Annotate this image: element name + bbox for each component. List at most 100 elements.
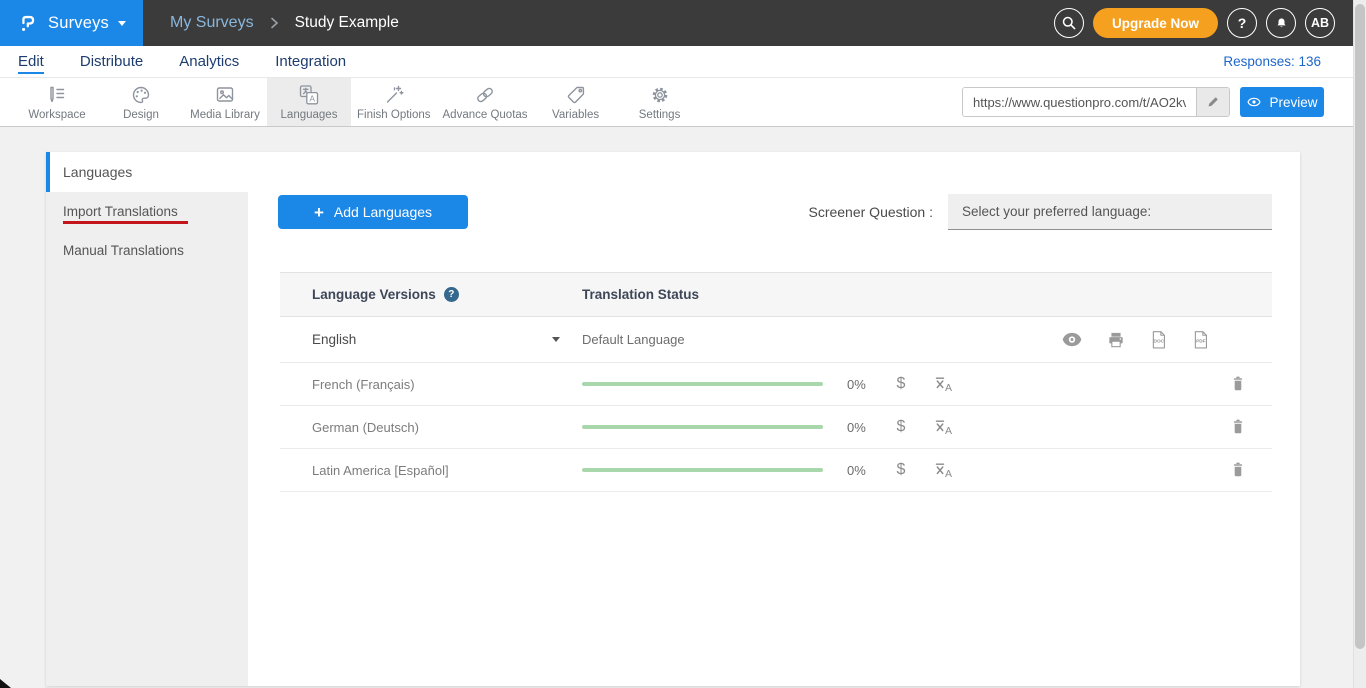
scrollbar-thumb[interactable] — [1355, 4, 1365, 649]
sidebar-item-languages[interactable]: Languages — [46, 152, 248, 192]
toolbar-item-languages[interactable]: A Languages — [267, 78, 351, 126]
question-mark-icon: ? — [1238, 15, 1247, 31]
language-versions-table: Language Versions ? Translation Status E… — [280, 272, 1272, 492]
export-pdf-button[interactable]: PDF — [1191, 329, 1210, 351]
column-language-versions: Language Versions ? — [280, 287, 582, 302]
help-button[interactable]: ? — [1227, 8, 1257, 38]
toolbar-item-workspace[interactable]: Workspace — [15, 78, 99, 126]
tab-distribute[interactable]: Distribute — [80, 47, 143, 77]
delete-language-button[interactable] — [1229, 417, 1272, 437]
export-doc-button[interactable]: DOC — [1149, 329, 1168, 351]
search-button[interactable] — [1054, 8, 1084, 38]
delete-language-button[interactable] — [1229, 460, 1272, 480]
product-name: Surveys — [48, 14, 109, 33]
progress-bar — [582, 425, 823, 429]
default-row-actions: DOC PDF — [1061, 329, 1272, 351]
user-avatar[interactable]: AB — [1305, 8, 1335, 38]
toolbar-item-finish-options[interactable]: Finish Options — [351, 78, 437, 126]
print-button[interactable] — [1106, 330, 1126, 350]
trash-icon — [1229, 417, 1247, 437]
language-name: French (Français) — [312, 377, 415, 392]
translation-status-cell: 0% $ A — [582, 418, 1229, 437]
svg-text:A: A — [945, 382, 952, 394]
trash-icon — [1229, 374, 1247, 394]
tab-analytics[interactable]: Analytics — [179, 47, 239, 77]
printer-icon — [1106, 330, 1126, 350]
chevron-down-icon — [552, 337, 560, 342]
help-tooltip-icon[interactable]: ? — [444, 287, 459, 302]
dollar-icon[interactable]: $ — [891, 461, 911, 479]
eye-icon — [1061, 332, 1083, 348]
add-languages-button[interactable]: + Add Languages — [278, 195, 468, 229]
svg-text:A: A — [945, 468, 952, 480]
settings-gear-icon — [648, 83, 672, 107]
survey-url-box — [962, 87, 1230, 117]
tab-edit[interactable]: Edit — [18, 47, 44, 77]
progress-percent: 0% — [847, 420, 881, 435]
svg-text:DOC: DOC — [1154, 338, 1165, 344]
tab-integration[interactable]: Integration — [275, 47, 346, 77]
product-switcher[interactable]: Surveys — [0, 0, 143, 46]
media-library-icon — [213, 83, 237, 107]
pencil-icon — [1206, 95, 1220, 109]
trash-icon — [1229, 460, 1247, 480]
responses-count-link[interactable]: Responses: 136 — [1223, 54, 1321, 69]
survey-tabs: Edit Distribute Analytics Integration Re… — [0, 46, 1353, 78]
mouse-cursor — [0, 679, 11, 688]
top-actions: Upgrade Now ? AB — [1054, 8, 1335, 38]
table-row-german: German (Deutsch) 0% $ A — [280, 406, 1272, 449]
translate-icon[interactable]: A — [933, 375, 955, 394]
progress-bar — [582, 468, 823, 472]
table-header: Language Versions ? Translation Status — [280, 272, 1272, 317]
toolbar-item-settings[interactable]: Settings — [618, 78, 702, 126]
breadcrumb: My Surveys Study Example — [170, 14, 399, 32]
translate-icon[interactable]: A — [933, 461, 955, 480]
app-window: Surveys My Surveys Study Example Upgrade… — [0, 0, 1366, 688]
plus-icon: + — [314, 204, 324, 221]
table-row-latin-america: Latin America [Español] 0% $ A — [280, 449, 1272, 492]
sidebar-item-import-translations[interactable]: Import Translations — [46, 192, 248, 231]
translate-icon[interactable]: A — [933, 418, 955, 437]
content-top-row: + Add Languages Screener Question : Sele… — [278, 194, 1272, 230]
sidebar-item-manual-translations[interactable]: Manual Translations — [46, 231, 248, 270]
svg-text:A: A — [309, 93, 315, 103]
language-name: Latin America [Español] — [312, 463, 449, 478]
notifications-button[interactable] — [1266, 8, 1296, 38]
avatar-initials: AB — [1311, 16, 1329, 30]
finish-options-wand-icon — [382, 83, 406, 107]
questionpro-logo-icon — [17, 12, 39, 34]
chevron-down-icon — [118, 21, 126, 26]
doc-file-icon: DOC — [1149, 329, 1168, 351]
upgrade-now-button[interactable]: Upgrade Now — [1093, 8, 1218, 38]
edit-toolbar: Workspace Design — [0, 78, 1353, 127]
top-bar: Surveys My Surveys Study Example Upgrade… — [0, 0, 1353, 46]
default-language-dropdown[interactable]: English — [280, 332, 582, 347]
column-translation-status: Translation Status — [582, 287, 699, 302]
toolbar-item-media-library[interactable]: Media Library — [183, 78, 267, 126]
preview-button[interactable]: Preview — [1240, 87, 1324, 117]
progress-bar — [582, 382, 823, 386]
breadcrumb-my-surveys[interactable]: My Surveys — [170, 14, 254, 32]
delete-language-button[interactable] — [1229, 374, 1272, 394]
dollar-icon[interactable]: $ — [891, 418, 911, 436]
variables-tag-icon — [564, 83, 588, 107]
edit-url-button[interactable] — [1196, 88, 1229, 116]
toolbar-item-design[interactable]: Design — [99, 78, 183, 126]
dollar-icon[interactable]: $ — [891, 375, 911, 393]
survey-url-input[interactable] — [963, 88, 1196, 116]
toolbar-item-variables[interactable]: Variables — [534, 78, 618, 126]
translation-status-cell: 0% $ A — [582, 375, 1229, 394]
pdf-file-icon: PDF — [1191, 329, 1210, 351]
screener-question-select[interactable]: Select your preferred language: — [948, 194, 1272, 230]
toolbar-item-advance-quotas[interactable]: Advance Quotas — [437, 78, 534, 126]
language-name: German (Deutsch) — [312, 420, 419, 435]
page-background: Languages Import Translations Manual Tra… — [0, 128, 1353, 688]
languages-content: + Add Languages Screener Question : Sele… — [248, 152, 1300, 686]
table-row-english: English Default Language — [280, 317, 1272, 363]
bell-icon — [1274, 16, 1289, 31]
progress-percent: 0% — [847, 463, 881, 478]
view-survey-button[interactable] — [1061, 332, 1083, 348]
progress-percent: 0% — [847, 377, 881, 392]
advance-quotas-chain-icon — [473, 83, 497, 107]
svg-text:A: A — [945, 425, 952, 437]
